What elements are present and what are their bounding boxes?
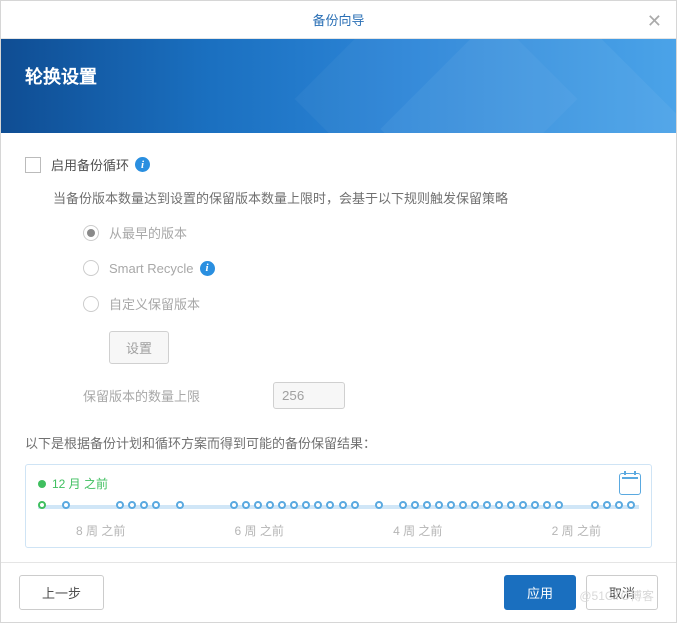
enable-rotation-checkbox[interactable] [25,157,41,173]
timeline-point [399,501,407,509]
radio-earliest[interactable]: 从最早的版本 [83,223,652,242]
settings-button[interactable]: 设置 [109,331,169,364]
preview-label: 以下是根据备份计划和循环方案而得到可能的备份保留结果： [25,433,652,452]
timeline-point [176,501,184,509]
timeline-point [152,501,160,509]
content-area: 启用备份循环 i 当备份版本数量达到设置的保留版本数量上限时，会基于以下规则触发… [1,133,676,562]
timeline-point [603,501,611,509]
enable-rotation-label: 启用备份循环 [51,155,129,174]
timeline-point [278,501,286,509]
timeline-point [627,501,635,509]
timeline-point [459,501,467,509]
cancel-button[interactable]: 取消 [586,575,658,610]
timeline-point [302,501,310,509]
timeline-label: 2 周 之前 [552,522,601,539]
timeline-point [483,501,491,509]
apply-button[interactable]: 应用 [504,575,576,610]
radio-icon [83,225,99,241]
timeline-point [38,501,46,509]
timeline-point [591,501,599,509]
radio-icon [83,296,99,312]
timeline-point [230,501,238,509]
dialog-title: 备份向导 [312,10,364,29]
timeline-label: 8 周 之前 [76,522,125,539]
backup-wizard-dialog: 备份向导 ✕ 轮换设置 启用备份循环 i 当备份版本数量达到设置的保留版本数量上… [0,0,677,623]
timeline-point [375,501,383,509]
instruction-text: 当备份版本数量达到设置的保留版本数量上限时，会基于以下规则触发保留策略 [53,188,652,207]
timeline-point [555,501,563,509]
info-icon[interactable]: i [135,157,150,172]
titlebar: 备份向导 ✕ [1,1,676,39]
radio-smart-recycle[interactable]: Smart Recycle i [83,260,652,276]
timeline-point [116,501,124,509]
timeline-track [38,498,639,516]
timeline-point [519,501,527,509]
close-icon[interactable]: ✕ [647,11,662,32]
timeline-point [543,501,551,509]
timeline-preview: 12 月 之前 8 周 之前 6 周 之前 4 周 之前 2 周 之前 [25,464,652,548]
timeline-labels: 8 周 之前 6 周 之前 4 周 之前 2 周 之前 [76,522,601,539]
timeline-label: 6 周 之前 [235,522,284,539]
timeline-point [339,501,347,509]
timeline-current: 12 月 之前 [38,475,639,492]
calendar-icon[interactable] [619,473,641,495]
timeline-point [447,501,455,509]
radio-custom-label: 自定义保留版本 [109,294,200,313]
timeline-point [140,501,148,509]
timeline-point [314,501,322,509]
version-limit-row: 保留版本的数量上限 [83,382,652,409]
timeline-point [351,501,359,509]
timeline-point [435,501,443,509]
timeline-point [531,501,539,509]
version-limit-input[interactable] [273,382,345,409]
timeline-current-label: 12 月 之前 [52,475,108,492]
timeline-point [290,501,298,509]
timeline-point [471,501,479,509]
timeline-point [242,501,250,509]
timeline-point [128,501,136,509]
page-title: 轮换设置 [25,63,652,89]
timeline-point [507,501,515,509]
radio-smart-label: Smart Recycle [109,261,194,276]
timeline-point [495,501,503,509]
timeline-point [411,501,419,509]
timeline-label: 4 周 之前 [393,522,442,539]
timeline-point [254,501,262,509]
dot-icon [38,480,46,488]
settings-button-wrap: 设置 [109,331,652,364]
timeline-point [266,501,274,509]
radio-earliest-label: 从最早的版本 [109,223,187,242]
radio-custom[interactable]: 自定义保留版本 [83,294,652,313]
enable-rotation-row: 启用备份循环 i [25,155,652,174]
timeline-point [423,501,431,509]
prev-button[interactable]: 上一步 [19,575,104,610]
header-banner: 轮换设置 [1,39,676,133]
radio-icon [83,260,99,276]
retention-policy-group: 从最早的版本 Smart Recycle i 自定义保留版本 [83,223,652,313]
timeline-point [615,501,623,509]
dialog-footer: 上一步 应用 取消 [1,562,676,622]
timeline-point [62,501,70,509]
info-icon[interactable]: i [200,261,215,276]
timeline-point [326,501,334,509]
